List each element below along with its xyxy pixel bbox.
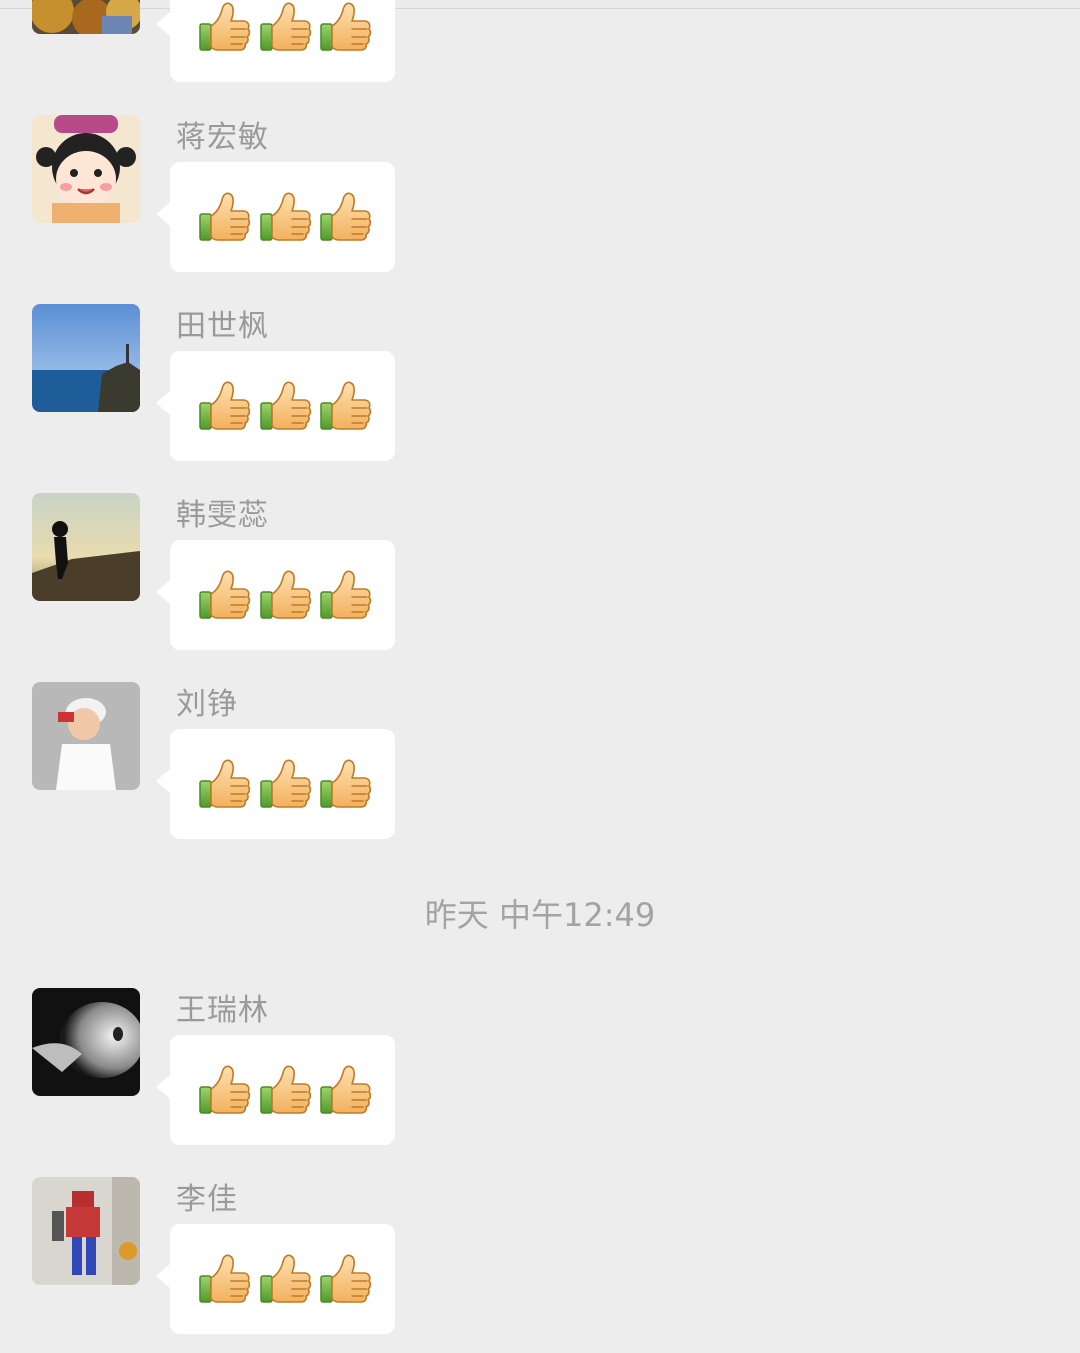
thumbs-up-icon [259, 1251, 313, 1307]
thumbs-up-icon [198, 756, 252, 812]
reaction-row [198, 378, 373, 436]
message-bubble[interactable] [156, 540, 395, 650]
sender-name: 刘铮 [176, 687, 238, 722]
sender-name: 田世枫 [176, 309, 269, 344]
chat-timestamp: 昨天 中午12:49 [424, 896, 656, 934]
thumbs-up-icon [259, 756, 313, 812]
thumbs-up-icon [198, 378, 252, 434]
thumbs-up-icon [259, 378, 313, 434]
cartoon-girl-avatar[interactable] [32, 115, 140, 223]
thumbs-up-icon [198, 567, 252, 623]
message-bubble[interactable] [156, 1224, 395, 1334]
boy-cap-avatar[interactable] [32, 682, 140, 790]
reaction-row [198, 0, 373, 57]
thumbs-up-icon [319, 1062, 373, 1118]
thumbs-up-icon [198, 0, 252, 55]
thumbs-up-icon [319, 756, 373, 812]
reaction-row [198, 567, 373, 625]
thumbs-up-icon [259, 1062, 313, 1118]
thumbs-up-icon [259, 189, 313, 245]
seaside-cliff-avatar[interactable] [32, 304, 140, 412]
silhouette-child-avatar[interactable] [32, 493, 140, 601]
thumbs-up-icon [319, 189, 373, 245]
sender-name: 王瑞林 [176, 993, 269, 1028]
sender-name: 蒋宏敏 [176, 120, 269, 155]
thumbs-up-icon [198, 1251, 252, 1307]
message-bubble[interactable] [156, 729, 395, 839]
reaction-row [198, 756, 373, 814]
message-bubble[interactable] [156, 351, 395, 461]
chat-top-divider [0, 0, 1080, 9]
sender-name: 韩雯蕊 [176, 498, 269, 533]
robot-toy-avatar[interactable] [32, 1177, 140, 1285]
message-bubble[interactable] [156, 0, 395, 82]
thumbs-up-icon [198, 1062, 252, 1118]
thumbs-up-icon [259, 567, 313, 623]
thumbs-up-icon [319, 0, 373, 55]
thumbs-up-icon [259, 0, 313, 55]
thumbs-up-icon [319, 567, 373, 623]
sender-name: 李佳 [176, 1182, 238, 1217]
monochrome-cat-avatar[interactable] [32, 988, 140, 1096]
thumbs-up-icon [198, 189, 252, 245]
message-bubble[interactable] [156, 162, 395, 272]
autumn-tree-avatar[interactable] [32, 0, 140, 34]
message-bubble[interactable] [156, 1035, 395, 1145]
reaction-row [198, 1251, 373, 1309]
reaction-row [198, 189, 373, 247]
reaction-row [198, 1062, 373, 1120]
thumbs-up-icon [319, 378, 373, 434]
thumbs-up-icon [319, 1251, 373, 1307]
